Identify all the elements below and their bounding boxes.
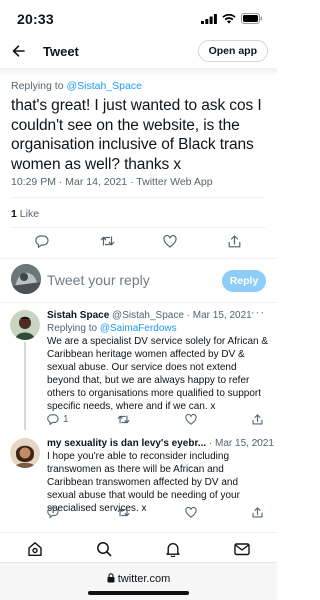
like-button[interactable]	[185, 507, 197, 518]
page-title: Tweet	[43, 44, 79, 59]
user-avatar[interactable]	[11, 264, 41, 294]
back-arrow-icon	[12, 45, 25, 57]
nav-home[interactable]	[25, 539, 45, 559]
share-icon	[252, 414, 263, 425]
status-bar: 20:33	[0, 0, 277, 38]
reply-avatar[interactable]	[10, 310, 40, 340]
home-icon	[28, 542, 42, 556]
reply-actions: 1	[0, 414, 277, 432]
reply-button[interactable]: 1	[47, 414, 69, 425]
divider	[0, 302, 277, 303]
likes-label: Like	[19, 208, 40, 220]
replying-prefix: Replying to	[47, 323, 98, 334]
wifi-icon	[222, 13, 236, 24]
divider	[0, 258, 277, 259]
reply-tweet[interactable]: my sexuality is dan levy's eyebr... · Ma…	[0, 435, 277, 528]
url-display[interactable]: twitter.com	[0, 573, 277, 586]
avatar-image	[11, 264, 41, 294]
retweet-icon	[117, 415, 130, 424]
share-button[interactable]	[252, 414, 263, 425]
reply-avatar[interactable]	[10, 438, 40, 468]
bottom-nav	[0, 532, 277, 562]
retweet-button[interactable]	[117, 507, 130, 518]
more-options-button[interactable]: ···	[251, 435, 265, 447]
url-text: twitter.com	[117, 573, 171, 585]
reply-author-name[interactable]: my sexuality is dan levy's eyebr...	[47, 438, 206, 449]
main-tweet-replying-to: Replying to @Sistah_Space	[11, 80, 142, 92]
nav-notifications[interactable]	[163, 539, 183, 559]
share-button[interactable]	[252, 507, 263, 518]
more-options-button[interactable]: ···	[251, 307, 265, 319]
main-tweet-actions	[0, 235, 277, 253]
divider	[11, 227, 266, 228]
heart-icon	[185, 507, 197, 518]
reply-tweet[interactable]: Sistah Space @Sistah_Space · Mar 15, 202…	[0, 307, 277, 436]
reply-composer: Tweet your reply Reply	[0, 262, 277, 302]
reply-author-name[interactable]: Sistah Space	[47, 310, 109, 321]
replying-prefix: Replying to	[11, 80, 64, 92]
mail-icon	[234, 543, 250, 556]
reply-header: my sexuality is dan levy's eyebr... · Ma…	[47, 438, 274, 449]
reply-text: We are a specialist DV service solely fo…	[47, 336, 269, 412]
likes-number: 1	[11, 208, 17, 220]
reply-button[interactable]	[47, 507, 59, 518]
avatar-image	[10, 438, 40, 468]
like-button[interactable]	[185, 414, 197, 425]
retweet-icon	[100, 236, 115, 246]
main-tweet-text: that's great! I just wanted to ask cos I…	[11, 97, 262, 173]
replying-handle-link[interactable]: @SaimaFerdows	[100, 323, 177, 334]
likes-count[interactable]: 1 Like	[11, 208, 39, 220]
status-time: 20:33	[17, 11, 54, 27]
reply-icon	[47, 414, 59, 425]
status-icons	[201, 13, 263, 24]
reply-submit-button[interactable]: Reply	[222, 270, 266, 292]
retweet-icon	[117, 508, 130, 517]
share-icon	[228, 235, 241, 248]
heart-icon	[163, 235, 177, 248]
divider	[11, 197, 266, 198]
signal-icon	[201, 13, 217, 24]
header: Tweet Open app	[0, 38, 277, 68]
reply-actions	[0, 507, 277, 525]
replying-handle-link[interactable]: @Sistah_Space	[66, 80, 141, 92]
reply-icon	[47, 507, 59, 518]
reply-header: Sistah Space @Sistah_Space · Mar 15, 202…	[47, 310, 252, 321]
reply-input[interactable]: Tweet your reply	[47, 272, 150, 288]
nav-search[interactable]	[94, 539, 114, 559]
retweet-button[interactable]	[100, 235, 115, 247]
reply-text: I hope you're able to reconsider includi…	[47, 451, 240, 514]
nav-messages[interactable]	[232, 539, 252, 559]
share-button[interactable]	[228, 235, 241, 248]
home-indicator	[88, 591, 189, 595]
like-button[interactable]	[163, 235, 177, 248]
reply-replying-to: Replying to @SaimaFerdows	[47, 323, 177, 334]
open-app-button[interactable]: Open app	[197, 40, 268, 62]
reply-count: 1	[63, 414, 69, 425]
share-icon	[252, 507, 263, 518]
retweet-button[interactable]	[117, 414, 130, 425]
battery-icon	[241, 13, 262, 24]
bell-icon	[166, 543, 180, 557]
back-button[interactable]	[8, 41, 28, 61]
reply-handle-date: @Sistah_Space · Mar 15, 2021	[112, 310, 252, 321]
reply-icon	[35, 235, 49, 248]
main-tweet-meta[interactable]: 10:29 PM · Mar 14, 2021 · Twitter Web Ap…	[11, 176, 213, 188]
heart-icon	[185, 414, 197, 425]
lock-icon	[107, 573, 115, 586]
reply-button[interactable]	[35, 235, 49, 248]
header-divider	[0, 68, 277, 76]
search-icon	[97, 542, 112, 557]
avatar-image	[10, 310, 40, 340]
